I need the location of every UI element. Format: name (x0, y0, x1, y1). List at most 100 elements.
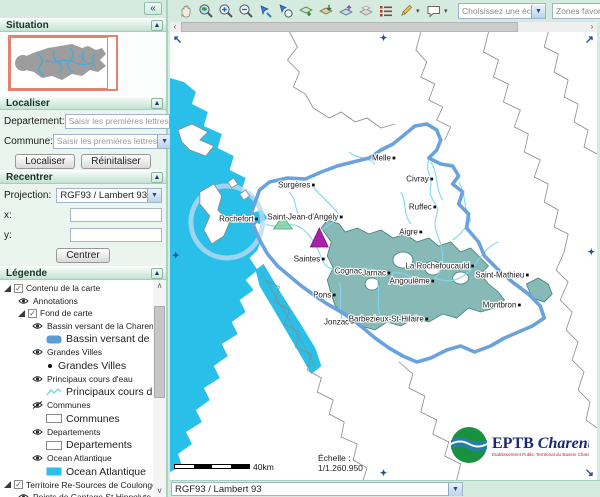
dropdown-caret-icon[interactable]: ▾ (444, 7, 452, 15)
pan-northeast-icon[interactable]: ↗ (585, 33, 594, 46)
pan-east-icon[interactable]: ✦ (587, 247, 595, 258)
legend-item[interactable]: Bassin versant de la Charente (0, 320, 153, 333)
zoom-in-icon[interactable] (218, 3, 235, 20)
pan-west-icon[interactable]: ✦ (172, 251, 180, 262)
tree-expander-icon[interactable] (4, 285, 11, 292)
departement-label: Departement: (4, 116, 65, 127)
status-projection-select[interactable]: RGF93 / Lambert 93 ▼ (171, 482, 463, 496)
legend-list-icon[interactable] (378, 3, 395, 20)
tree-expander-icon[interactable] (18, 310, 25, 317)
zoom-previous-icon[interactable] (258, 3, 275, 20)
localiser-button[interactable]: Localiser (15, 154, 75, 169)
scroll-down-icon[interactable]: ∨ (153, 485, 166, 497)
rect-icon (46, 441, 62, 450)
legende-collapse-button[interactable]: ▲ (151, 268, 163, 279)
legend-item[interactable]: Bassin versant de la Cha (0, 332, 153, 346)
layer-checkbox[interactable]: ✓ (28, 309, 37, 318)
pan-northwest-icon[interactable]: ↖ (173, 33, 182, 46)
departement-combo[interactable]: Saisir les premières lettres ▼ (65, 114, 184, 129)
city-label: Jarnac (362, 268, 386, 277)
scale-select-dropdown-icon[interactable]: ▼ (531, 5, 545, 18)
eye-icon[interactable] (18, 297, 29, 305)
recentrer-collapse-button[interactable]: ▲ (151, 172, 163, 183)
legend-item[interactable]: Departements (0, 438, 153, 452)
layer-flatten-icon[interactable] (358, 3, 375, 20)
legend-item[interactable]: Communes (0, 399, 153, 412)
commune-dropdown-icon[interactable]: ▼ (157, 135, 171, 148)
legend-item[interactable]: ✓Contenu de la carte (0, 282, 153, 295)
localiser-collapse-button[interactable]: ▲ (151, 98, 163, 109)
legend-item[interactable]: Ocean Atlantique (0, 452, 153, 465)
legend-item[interactable]: Communes (0, 412, 153, 426)
layer-import-icon[interactable] (318, 3, 335, 20)
x-input[interactable] (70, 208, 162, 222)
layer-checkbox[interactable]: ✓ (14, 480, 23, 489)
eye-off-icon[interactable] (32, 401, 43, 409)
scroll-left-icon[interactable]: ‹ (170, 22, 180, 32)
legend-scrollbar[interactable]: ∧ ∨ (153, 280, 166, 497)
scale-select[interactable]: Choisissez une échelle ▼ (458, 3, 546, 19)
pan-hand-icon[interactable] (178, 3, 195, 20)
eye-icon[interactable] (32, 375, 43, 383)
eye-icon[interactable] (32, 322, 43, 330)
eye-icon[interactable] (32, 348, 43, 356)
dropdown-caret-icon[interactable]: ▾ (416, 7, 424, 15)
scale-bar (174, 464, 250, 469)
tree-expander-icon[interactable] (4, 481, 11, 488)
legend-item[interactable]: Points de Captage St Hippolyte C (0, 491, 153, 497)
legend-item[interactable]: Principaux cours d'eau (0, 373, 153, 386)
legend-item-label: Grandes Villes (58, 360, 126, 372)
zoom-initial-icon[interactable] (198, 3, 215, 20)
zones-select[interactable]: Zones favorites ▼ (552, 3, 600, 19)
reinitialiser-button[interactable]: Réinitaliser (81, 154, 150, 169)
legend-item[interactable]: Principaux cours d'eau (0, 385, 153, 399)
city-label: Aigre (399, 227, 418, 236)
eye-icon[interactable] (32, 454, 43, 462)
logo-subtitle-text: Établissement Public Territorial du Bass… (492, 451, 589, 457)
legend-item-label: Bassin versant de la Cha (66, 333, 153, 345)
overview-minimap[interactable] (8, 35, 118, 91)
map-region: ▾ ▾ Choisissez une échelle ▼ Zones favori… (170, 0, 600, 497)
pan-south-icon[interactable]: ✦ (380, 468, 388, 479)
city-label: Surgères (278, 180, 310, 189)
legend-item[interactable]: Departements (0, 426, 153, 439)
map-horizontal-scrollbar[interactable]: ‹ › (170, 22, 597, 32)
localiser-body: Departement: Saisir les premières lettre… (0, 110, 166, 170)
eye-icon[interactable] (32, 428, 43, 436)
legend-item[interactable]: Annotations (0, 295, 153, 308)
legend-item[interactable]: Ocean Atlantique (0, 465, 153, 479)
layer-export-icon[interactable] (338, 3, 355, 20)
projection-value: RGF93 / Lambert 93 (57, 190, 147, 201)
eye-icon[interactable] (18, 493, 29, 497)
pan-north-icon[interactable]: ✦ (380, 33, 388, 44)
situation-title: Situation (0, 19, 166, 32)
layer-checkbox[interactable]: ✓ (14, 284, 23, 293)
legend-item-label: Principaux cours d'eau (66, 386, 153, 398)
city-dot (388, 272, 391, 275)
centrer-button[interactable]: Centrer (56, 248, 109, 263)
scroll-right-icon[interactable]: › (587, 22, 597, 32)
status-projection-dropdown-icon[interactable]: ▼ (448, 483, 462, 496)
draw-tools-icon[interactable] (398, 3, 415, 20)
layer-add-icon[interactable] (298, 3, 315, 20)
projection-combo[interactable]: RGF93 / Lambert 93 ▼ (56, 188, 162, 203)
legend-scrollbar-thumb[interactable] (154, 306, 165, 398)
projection-dropdown-icon[interactable]: ▼ (147, 189, 161, 202)
scroll-up-icon[interactable]: ∧ (153, 280, 166, 292)
map-hscroll-thumb[interactable] (181, 22, 518, 32)
legend-item[interactable]: Grandes Villes (0, 346, 153, 359)
collapse-panel-button[interactable]: « (144, 2, 162, 15)
pan-southeast-icon[interactable]: ↘ (585, 466, 594, 479)
map-canvas[interactable]: MelleSurgèresCivrayRuffecAigreRochefortS… (170, 32, 597, 480)
logo-charente-text: Charente (538, 435, 589, 452)
legend-item-label: Principaux cours d'eau (47, 374, 133, 384)
y-input[interactable] (70, 228, 162, 242)
situation-collapse-button[interactable]: ▲ (151, 20, 163, 31)
commune-combo[interactable]: Saisir les premières lettres ▼ (53, 134, 172, 149)
zoom-selection-icon[interactable] (278, 3, 295, 20)
zoom-out-icon[interactable] (238, 3, 255, 20)
legend-item[interactable]: Grandes Villes (0, 359, 153, 373)
legend-item[interactable]: ✓Territoire Re-Sources de Coulonge et S (0, 479, 153, 492)
annotation-icon[interactable] (426, 3, 443, 20)
legend-item[interactable]: ✓Fond de carte (0, 307, 153, 320)
